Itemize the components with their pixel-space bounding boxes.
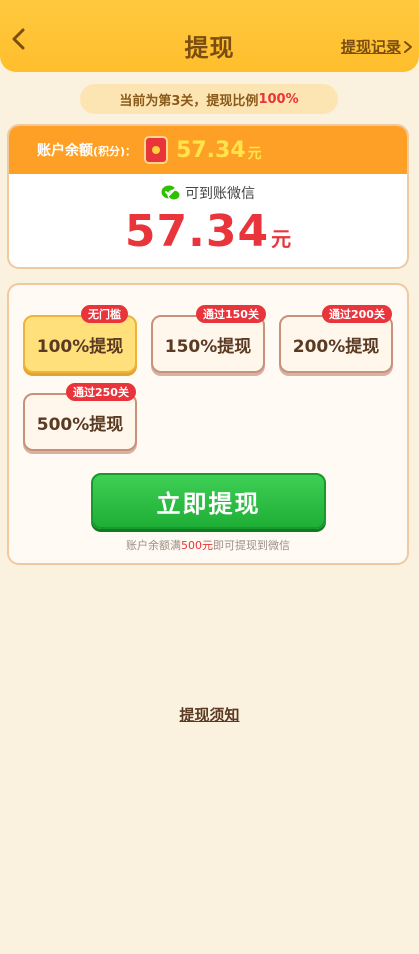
option-tag: 通过250关 [66, 383, 136, 401]
withdraw-options-card: 100%提现 无门槛 150%提现 通过150关 200%提现 通过200关 5… [7, 283, 409, 565]
withdrawable-amount: 57.34 [124, 206, 270, 257]
option-150[interactable]: 150%提现 [151, 315, 265, 373]
balance-amount: 57.34 [176, 137, 246, 163]
red-packet-icon [146, 138, 167, 162]
option-100[interactable]: 100%提现 [23, 315, 137, 373]
option-label: 150%提现 [164, 336, 252, 357]
option-tag: 无门槛 [81, 305, 128, 323]
withdraw-now-button[interactable]: 立即提现 [91, 473, 326, 529]
wechat-text: 可到账微信 [185, 186, 255, 202]
option-tag: 通过150关 [196, 305, 266, 323]
option-tag: 通过200关 [322, 305, 392, 323]
level-info-text: 当前为第3关，提现比例 [119, 93, 259, 109]
withdraw-record-label: 提现记录 [340, 38, 401, 56]
withdraw-ratio: 100% [258, 91, 299, 107]
option-label: 200%提现 [292, 336, 380, 357]
balance-unit: 元 [247, 146, 262, 162]
option-label: 100%提现 [36, 336, 124, 357]
wechat-icon [161, 185, 181, 201]
withdrawable-unit: 元 [271, 227, 292, 251]
wechat-row: 可到账微信 [9, 183, 407, 203]
option-200[interactable]: 200%提现 [279, 315, 393, 373]
chevron-right-icon [404, 40, 412, 53]
level-info-pill: 当前为第3关，提现比例 100% [80, 84, 338, 114]
balance-card: 账户余额(积分)： 57.34 元 可到账微信 57.34 元 [7, 124, 409, 269]
withdraw-page: 提现 提现记录 当前为第3关，提现比例 100% 账户余额(积分)： 57.34 … [0, 0, 419, 954]
option-500[interactable]: 500%提现 [23, 393, 137, 451]
balance-bar: 账户余额(积分)： 57.34 元 [9, 126, 407, 174]
big-amount-row: 57.34 元 [9, 206, 407, 257]
option-label: 500%提现 [36, 414, 124, 435]
header-bar: 提现 提现记录 [0, 0, 419, 72]
withdraw-notice-link[interactable]: 提现须知 [0, 704, 419, 725]
withdraw-hint: 账户余额满500元即可提现到微信 [126, 539, 290, 552]
withdraw-record-link[interactable]: 提现记录 [341, 36, 413, 57]
balance-label: 账户余额(积分)： [37, 143, 137, 159]
